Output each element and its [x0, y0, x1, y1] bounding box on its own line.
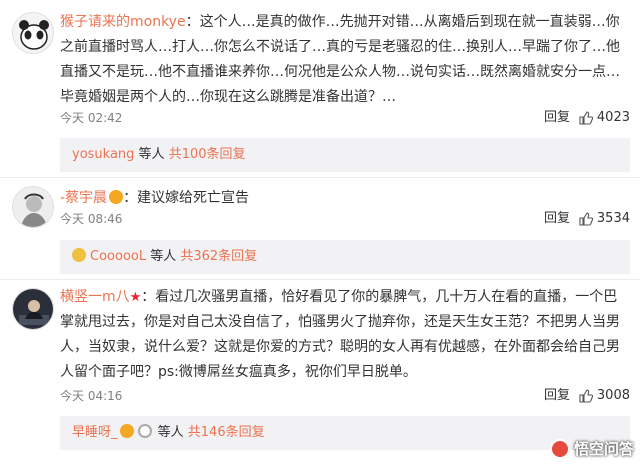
comment-content: ：看过几次骚男直播，恰好看见了你的暴脾气，几十万人在看的直播，一个巴掌就甩过去，…: [60, 289, 620, 380]
timestamp: 今天 04:16: [60, 389, 123, 403]
star-icon: ★: [129, 290, 142, 305]
watermark: 悟空问答: [549, 438, 634, 459]
timestamp: 今天 02:42: [60, 111, 123, 125]
sub-reply-count[interactable]: 共100条回复: [169, 147, 246, 162]
reply-button[interactable]: 回复: [544, 386, 570, 406]
sub-replies[interactable]: 早睡呀_ 等人 共146条回复: [60, 416, 630, 450]
reply-button[interactable]: 回复: [544, 209, 570, 229]
sub-replies[interactable]: yosukang 等人 共100条回复: [60, 138, 630, 172]
comment-meta: 今天 02:42 回复 4023: [60, 108, 630, 128]
medal-icon: [109, 190, 124, 204]
divider: [0, 177, 640, 178]
comment-meta: 今天 04:16 回复 3008: [60, 386, 630, 406]
sub-replies[interactable]: CoooooL 等人 共362条回复: [60, 240, 630, 274]
like-button[interactable]: 3534: [579, 209, 630, 229]
like-button[interactable]: 4023: [579, 108, 630, 128]
comment-author[interactable]: -蔡宇晨: [60, 190, 107, 206]
comment-content: ：建议嫁给死亡宣告: [123, 190, 250, 206]
thumbs-up-icon: [579, 111, 593, 125]
comment-text: 猴子请来的monkye：这个人…是真的做作…先抛开对错…从离婚后到现在就一直装弱…: [60, 10, 630, 110]
avatar[interactable]: [12, 12, 54, 54]
comment-text: 横竖一m八★：看过几次骚男直播，恰好看见了你的暴脾气，几十万人在看的直播，一个巴…: [60, 285, 630, 385]
like-count: 3008: [596, 388, 630, 403]
medal-icon: [119, 424, 134, 438]
ring-icon: [137, 424, 152, 438]
sub-reply-names[interactable]: yosukang: [72, 147, 134, 162]
sub-reply-mid: 等人: [153, 425, 188, 440]
medal-icon: [72, 248, 86, 262]
avatar[interactable]: [12, 288, 54, 330]
avatar[interactable]: [12, 186, 54, 228]
like-count: 3534: [596, 211, 630, 226]
wukong-logo-icon: [549, 438, 570, 459]
reply-button[interactable]: 回复: [544, 108, 570, 128]
sub-reply-names[interactable]: 早睡呀_: [72, 425, 118, 440]
like-count: 4023: [596, 110, 630, 125]
divider: [0, 279, 640, 280]
sub-reply-count[interactable]: 共146条回复: [188, 425, 265, 440]
comment-author[interactable]: 猴子请来的monkye: [60, 14, 186, 30]
thumbs-up-icon: [579, 212, 593, 226]
comment-meta: 今天 08:46 回复 3534: [60, 209, 630, 229]
sub-reply-mid: 等人: [146, 249, 181, 264]
comment-author[interactable]: 横竖一m八: [60, 289, 130, 305]
sub-reply-count[interactable]: 共362条回复: [180, 249, 257, 264]
thumbs-up-icon: [579, 389, 593, 403]
watermark-text: 悟空问答: [573, 440, 634, 458]
timestamp: 今天 08:46: [60, 212, 123, 226]
comment-text: -蔡宇晨 ：建议嫁给死亡宣告: [60, 186, 630, 211]
sub-reply-mid: 等人: [134, 147, 169, 162]
sub-reply-names[interactable]: CoooooL: [90, 249, 146, 264]
like-button[interactable]: 3008: [579, 386, 630, 406]
